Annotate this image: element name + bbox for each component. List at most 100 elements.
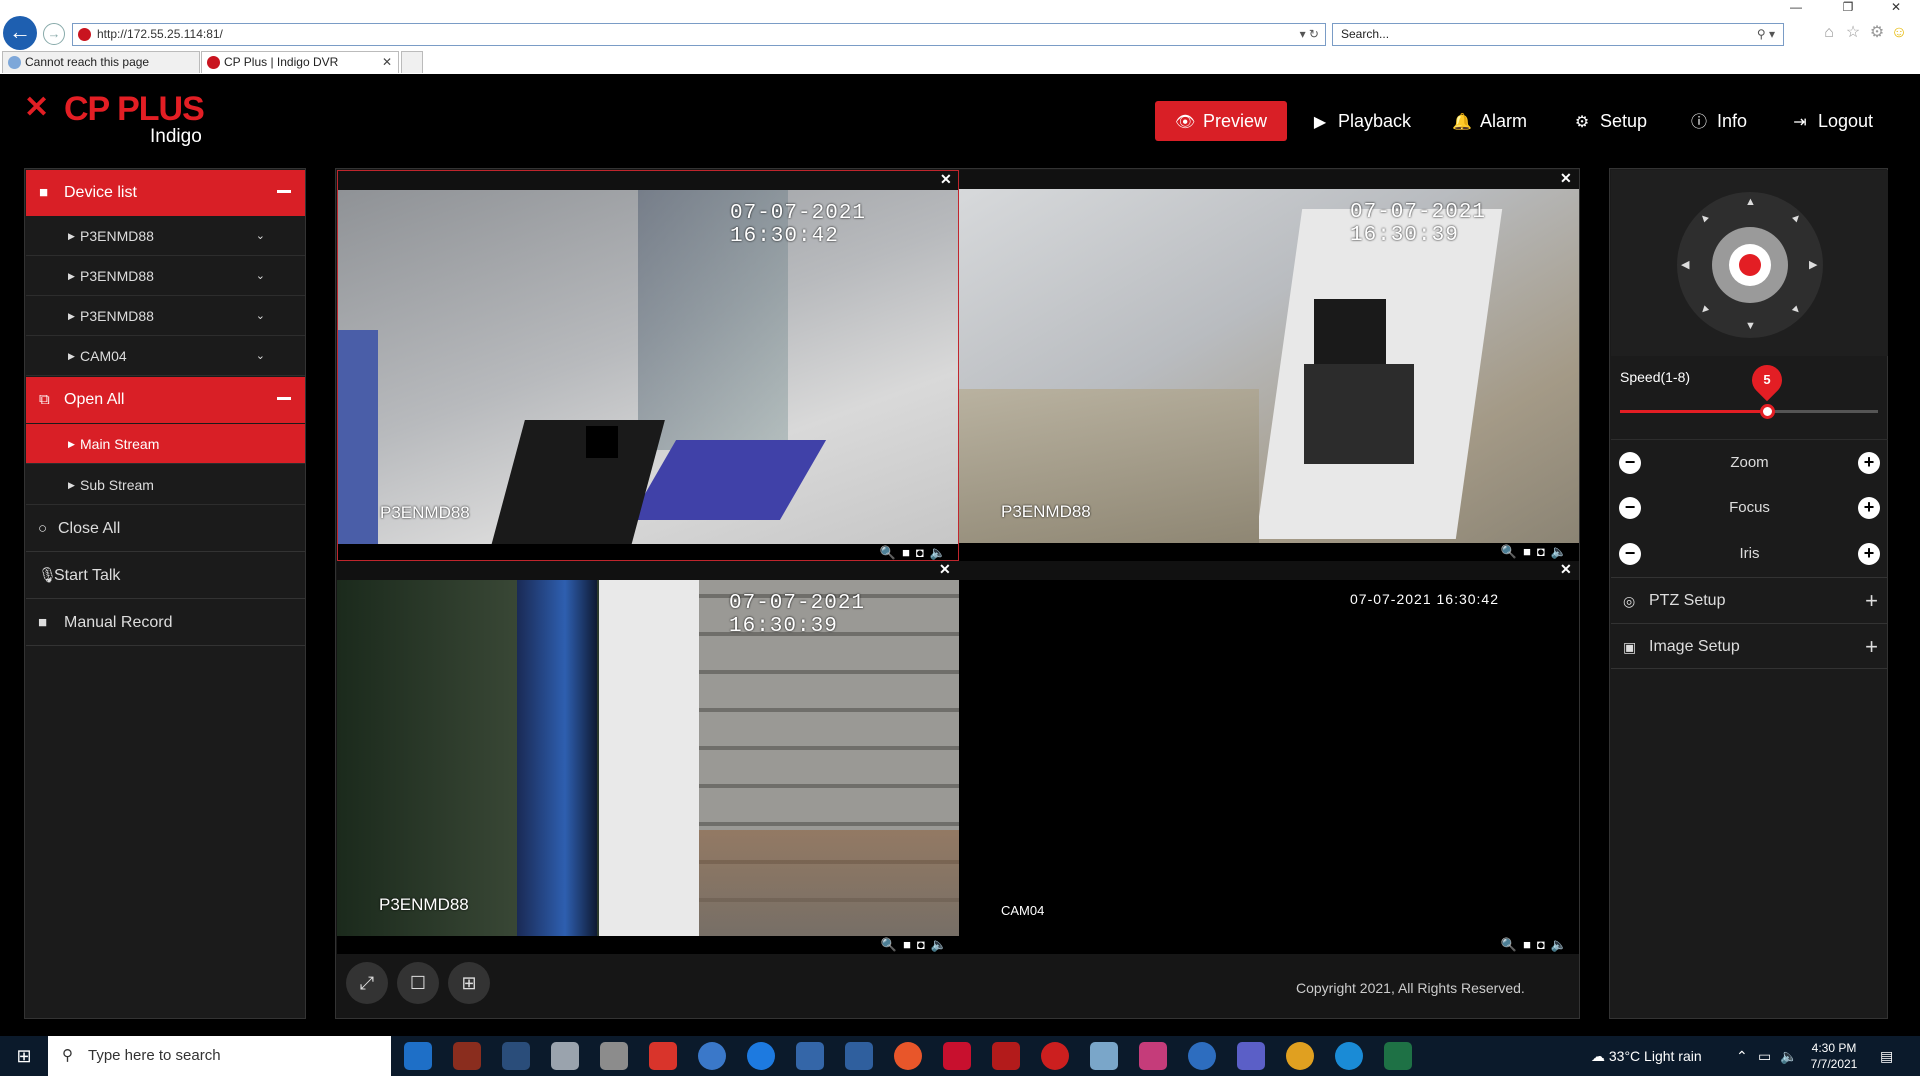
pan-down-icon[interactable]: ▼ <box>1745 320 1756 332</box>
chevron-down-icon[interactable]: ⌄ <box>256 216 265 256</box>
app-icon[interactable] <box>992 1042 1020 1070</box>
zoom-in-icon[interactable]: 🔍 <box>881 936 903 954</box>
app-icon[interactable] <box>845 1042 873 1070</box>
restore-icon[interactable]: ❐ <box>1836 0 1860 14</box>
chevron-down-icon[interactable]: ⌄ <box>256 296 265 336</box>
nav-logout[interactable]: ⇥ Logout <box>1790 101 1873 141</box>
nav-playback[interactable]: ▶ Playback <box>1310 101 1411 141</box>
app-icon[interactable] <box>943 1042 971 1070</box>
open-all-header[interactable]: ⧉ Open All <box>26 377 305 423</box>
audio-icon[interactable]: 🔈 <box>1551 543 1573 561</box>
network-icon[interactable]: ▭ <box>1758 1036 1771 1076</box>
tab-cannot-reach[interactable]: Cannot reach this page <box>2 51 200 73</box>
speed-slider-knob[interactable] <box>1760 404 1776 419</box>
close-cell-icon[interactable]: ✕ <box>939 561 951 578</box>
fullscreen-icon[interactable]: ⤢ <box>346 962 388 1004</box>
forward-button[interactable]: → <box>43 23 65 45</box>
pan-left-icon[interactable]: ◀ <box>1681 258 1689 271</box>
weather-widget[interactable]: ☁ 33°C Light rain <box>1591 1036 1702 1076</box>
address-bar[interactable]: http://172.55.25.114:81/ ▾ ↻ <box>72 23 1326 46</box>
ptz-setup-row[interactable]: ◎ PTZ Setup + <box>1611 577 1888 623</box>
windows-start-icon[interactable]: ⊞ <box>0 1036 48 1076</box>
volume-icon[interactable]: 🔈 <box>1780 1036 1797 1076</box>
chrome-app-icon[interactable] <box>1286 1042 1314 1070</box>
video-cell-1[interactable]: ✕ 07-07-2021 16:30:42 P3ENMD88 🔍■◘🔈 <box>337 170 959 561</box>
stream-main[interactable]: ▶ Main Stream <box>26 424 305 464</box>
quad-view-icon[interactable]: ⊞ <box>448 962 490 1004</box>
app-icon[interactable] <box>551 1042 579 1070</box>
settings-gear-icon[interactable]: ⚙ <box>1868 24 1886 42</box>
ptz-direction-pad[interactable]: ▲ ▼ ◀ ▶ ▲ ▲ ▼ ▼ <box>1677 192 1823 338</box>
pan-down-left-icon[interactable]: ▼ <box>1696 302 1712 318</box>
snapshot-icon[interactable]: ◘ <box>1537 543 1551 561</box>
outlook-app-icon[interactable] <box>404 1042 432 1070</box>
stream-sub[interactable]: ▶ Sub Stream <box>26 465 305 505</box>
pan-up-left-icon[interactable]: ▲ <box>1696 210 1712 226</box>
pan-up-icon[interactable]: ▲ <box>1745 196 1756 208</box>
tab-close-icon[interactable]: ✕ <box>382 52 392 73</box>
tab-cp-plus[interactable]: CP Plus | Indigo DVR ✕ <box>201 51 399 73</box>
speed-slider[interactable] <box>1620 404 1878 419</box>
app-icon[interactable] <box>453 1042 481 1070</box>
iris-minus-icon[interactable]: − <box>1619 543 1641 565</box>
show-hidden-icons-icon[interactable]: ⌃ <box>1736 1036 1748 1076</box>
device-list-header[interactable]: ■ Device list <box>26 170 305 216</box>
device-item[interactable]: ▶ P3ENMD88 ⌄ <box>26 256 305 296</box>
teamviewer-app-icon[interactable] <box>747 1042 775 1070</box>
zoom-plus-icon[interactable]: + <box>1858 452 1880 474</box>
record-icon[interactable]: ■ <box>903 936 917 954</box>
zoom-minus-icon[interactable]: − <box>1619 452 1641 474</box>
nav-info[interactable]: ⓘ Info <box>1689 101 1747 141</box>
zoom-in-icon[interactable]: 🔍 <box>1501 543 1523 561</box>
minimize-icon[interactable]: — <box>1784 0 1808 14</box>
pan-up-right-icon[interactable]: ▲ <box>1788 210 1804 226</box>
internet-explorer-app-icon[interactable] <box>1188 1042 1216 1070</box>
search-icon[interactable]: ⚲ ▾ <box>1757 24 1775 45</box>
record-icon[interactable]: ■ <box>1523 543 1537 561</box>
image-setup-row[interactable]: ▣ Image Setup + <box>1611 623 1888 669</box>
close-cell-icon[interactable]: ✕ <box>1560 561 1572 578</box>
expand-plus-icon[interactable]: + <box>1865 624 1878 670</box>
favorites-star-icon[interactable]: ☆ <box>1844 24 1862 42</box>
record-icon[interactable]: ■ <box>1523 936 1537 954</box>
firefox-app-icon[interactable] <box>894 1042 922 1070</box>
notifications-icon[interactable]: ▤ <box>1880 1036 1893 1076</box>
close-cell-icon[interactable]: ✕ <box>1560 170 1572 187</box>
home-icon[interactable]: ⌂ <box>1820 24 1838 42</box>
system-clock[interactable]: 4:30 PM 7/7/2021 <box>1806 1040 1862 1072</box>
audio-icon[interactable]: 🔈 <box>930 544 952 560</box>
nav-setup[interactable]: ⚙ Setup <box>1572 101 1647 141</box>
app-icon[interactable] <box>649 1042 677 1070</box>
app-icon[interactable] <box>1041 1042 1069 1070</box>
app-icon[interactable] <box>1139 1042 1167 1070</box>
app-icon[interactable] <box>502 1042 530 1070</box>
app-icon[interactable] <box>796 1042 824 1070</box>
chevron-down-icon[interactable]: ⌄ <box>256 256 265 296</box>
record-icon[interactable]: ■ <box>902 544 916 560</box>
iris-plus-icon[interactable]: + <box>1858 543 1880 565</box>
focus-minus-icon[interactable]: − <box>1619 497 1641 519</box>
collapse-minus-icon[interactable] <box>277 397 291 400</box>
device-item[interactable]: ▶ P3ENMD88 ⌄ <box>26 216 305 256</box>
snapshot-icon[interactable]: ◘ <box>917 936 931 954</box>
snapshot-icon[interactable]: ◘ <box>916 544 930 560</box>
audio-icon[interactable]: 🔈 <box>1551 936 1573 954</box>
smiley-feedback-icon[interactable]: ☺ <box>1890 24 1908 42</box>
collapse-minus-icon[interactable] <box>277 190 291 193</box>
close-cell-icon[interactable]: ✕ <box>940 171 952 188</box>
ptz-center-button[interactable] <box>1729 244 1771 286</box>
focus-plus-icon[interactable]: + <box>1858 497 1880 519</box>
teams-app-icon[interactable] <box>1237 1042 1265 1070</box>
back-button[interactable]: ← <box>3 16 37 50</box>
app-icon[interactable] <box>1335 1042 1363 1070</box>
nav-alarm[interactable]: 🔔 Alarm <box>1452 101 1527 141</box>
audio-icon[interactable]: 🔈 <box>931 936 953 954</box>
pan-down-right-icon[interactable]: ▼ <box>1788 302 1804 318</box>
zoom-in-icon[interactable]: 🔍 <box>880 544 902 560</box>
start-talk-button[interactable]: 🎙 Start Talk <box>26 553 305 599</box>
pan-right-icon[interactable]: ▶ <box>1809 258 1817 271</box>
app-icon[interactable] <box>600 1042 628 1070</box>
expand-plus-icon[interactable]: + <box>1865 578 1878 624</box>
video-cell-2[interactable]: ✕ 07-07-2021 16:30:39 P3ENMD88 🔍■◘🔈 <box>959 170 1579 561</box>
app-icon[interactable] <box>1090 1042 1118 1070</box>
